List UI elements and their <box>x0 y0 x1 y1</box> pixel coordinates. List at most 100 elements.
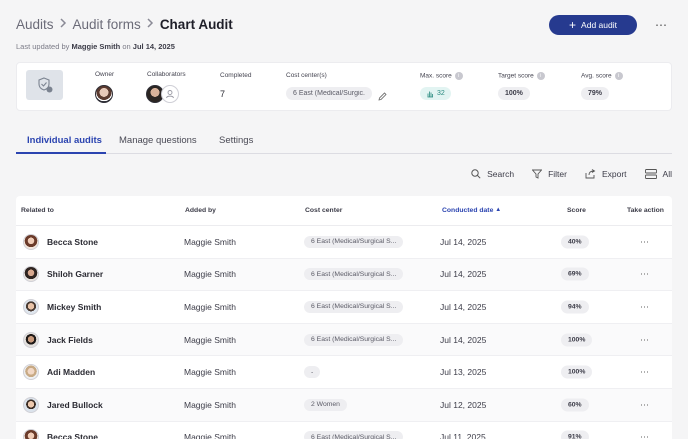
conducted-date-cell: Jul 12, 2025 <box>440 399 487 410</box>
row-more-icon[interactable]: ⋯ <box>640 236 650 247</box>
added-by-cell: Maggie Smith <box>184 399 236 410</box>
table-row[interactable]: Jack Fields Maggie Smith 6 East (Medical… <box>16 323 672 357</box>
search-button[interactable]: Search <box>471 166 514 182</box>
column-conducted-date[interactable]: Conducted date ▲ <box>442 207 501 214</box>
table-row[interactable]: Shiloh Garner Maggie Smith 6 East (Medic… <box>16 258 672 292</box>
tab-settings[interactable]: Settings <box>219 135 253 146</box>
chevron-right-icon <box>60 17 67 31</box>
related-to-cell[interactable]: Shiloh Garner <box>23 266 103 283</box>
export-label: Export <box>601 169 627 179</box>
conducted-date-cell: Jul 11, 2025 <box>440 432 486 439</box>
related-to-cell[interactable]: Mickey Smith <box>23 298 101 315</box>
related-to-name: Adi Madden <box>47 367 96 378</box>
cost-center-cell: - <box>304 366 321 379</box>
column-added-by[interactable]: Added by <box>185 207 216 214</box>
column-cost-center[interactable]: Cost center <box>305 207 342 214</box>
completed-label: Completed <box>220 72 252 79</box>
more-options-icon[interactable]: ⋯ <box>655 18 668 32</box>
related-to-cell[interactable]: Becca Stone <box>23 233 98 250</box>
search-icon <box>471 169 481 179</box>
cost-center-chip: 6 East (Medical/Surgical S... <box>304 268 404 281</box>
add-collaborator-icon[interactable] <box>161 85 179 103</box>
column-related-to[interactable]: Related to <box>21 207 54 214</box>
last-updated-user: Maggie Smith <box>71 42 121 51</box>
filter-icon <box>532 169 543 179</box>
table-body: Becca Stone Maggie Smith 6 East (Medical… <box>16 226 672 439</box>
conducted-date-cell: Jul 14, 2025 <box>440 301 487 312</box>
last-updated-prefix: Last updated by <box>16 42 70 51</box>
cost-center-chip: 2 Women <box>304 398 347 411</box>
score-cell: 100% <box>561 333 593 347</box>
tab-individual-audits[interactable]: Individual audits <box>27 135 102 146</box>
collaborators-avatars[interactable] <box>146 85 179 103</box>
search-label: Search <box>487 169 515 179</box>
audit-summary-card: Owner Collaborators Completed 7 Cost cen… <box>16 62 672 111</box>
table-row[interactable]: Becca Stone Maggie Smith 6 East (Medical… <box>16 226 672 259</box>
cost-center-cell: 2 Women <box>304 398 347 411</box>
cost-center-chip: - <box>304 366 321 379</box>
cost-center-chip: 6 East (Medical/Surgical S... <box>304 333 404 346</box>
related-to-name: Becca Stone <box>47 432 99 439</box>
add-audit-button[interactable]: + Add audit <box>549 15 637 35</box>
column-take-action: Take action <box>627 207 664 214</box>
info-icon[interactable]: i <box>614 72 623 80</box>
score-cell: 40% <box>561 235 589 249</box>
list-view-icon <box>644 169 657 179</box>
table-header: Related to Added by Cost center Conducte… <box>16 196 672 226</box>
related-to-cell[interactable]: Jack Fields <box>23 331 93 348</box>
row-more-icon[interactable]: ⋯ <box>640 269 650 280</box>
cost-center-cell: 6 East (Medical/Surgical S... <box>304 235 404 248</box>
related-to-cell[interactable]: Becca Stone <box>23 429 98 439</box>
score-chip: 91% <box>561 430 589 439</box>
cost-center-cell: 6 East (Medical/Surgical S... <box>304 333 404 346</box>
score-cell: 60% <box>561 398 589 412</box>
row-more-icon[interactable]: ⋯ <box>640 399 650 410</box>
score-chip: 100% <box>561 365 593 379</box>
max-score-value: 32 <box>437 90 445 97</box>
collaborators-label: Collaborators <box>147 71 186 78</box>
view-all-button[interactable]: All <box>644 166 672 182</box>
table-row[interactable]: Becca Stone Maggie Smith 6 East (Medical… <box>16 422 672 439</box>
audits-table: Related to Added by Cost center Conducte… <box>16 196 672 439</box>
related-to-cell[interactable]: Adi Madden <box>23 364 96 381</box>
added-by-cell: Maggie Smith <box>184 301 236 312</box>
info-icon[interactable]: i <box>454 72 463 80</box>
score-cell: 69% <box>561 267 589 281</box>
sort-asc-icon: ▲ <box>495 207 502 213</box>
avatar <box>23 233 39 250</box>
owner-avatar[interactable] <box>95 85 113 108</box>
row-more-icon[interactable]: ⋯ <box>640 334 650 345</box>
score-cell: 91% <box>561 430 589 439</box>
cost-center-chip: 6 East (Medical/Surgical S... <box>304 300 404 313</box>
score-chip: 94% <box>561 300 589 314</box>
column-score[interactable]: Score <box>567 207 586 214</box>
cost-center-cell: 6 East (Medical/Surgical S... <box>304 300 404 313</box>
last-updated-on: on <box>122 42 131 51</box>
max-score-chip: 32 <box>420 87 451 100</box>
breadcrumb-audits[interactable]: Audits <box>16 17 54 32</box>
pencil-icon[interactable] <box>378 88 387 106</box>
info-icon[interactable]: i <box>536 72 545 80</box>
tab-manage-questions[interactable]: Manage questions <box>119 135 197 146</box>
table-row[interactable]: Mickey Smith Maggie Smith 6 East (Medica… <box>16 291 672 324</box>
row-more-icon[interactable]: ⋯ <box>640 301 650 312</box>
avg-score-value: 79% <box>588 90 603 97</box>
avatar <box>23 266 39 283</box>
add-audit-label: Add audit <box>581 20 617 30</box>
row-more-icon[interactable]: ⋯ <box>640 367 650 378</box>
cost-center-cell: 6 East (Medical/Surgical S... <box>304 268 404 281</box>
table-row[interactable]: Jared Bullock Maggie Smith 2 Women Jul 1… <box>16 388 672 422</box>
row-more-icon[interactable]: ⋯ <box>640 432 650 439</box>
export-button[interactable]: Export <box>585 166 627 182</box>
added-by-cell: Maggie Smith <box>184 269 236 280</box>
added-by-cell: Maggie Smith <box>184 432 236 439</box>
conducted-date-cell: Jul 13, 2025 <box>440 367 487 378</box>
cost-center-chip: 6 East (Medical/Surgical S... <box>304 431 404 439</box>
breadcrumb-audit-forms[interactable]: Audit forms <box>73 17 141 32</box>
table-row[interactable]: Adi Madden Maggie Smith - Jul 13, 2025 1… <box>16 356 672 389</box>
related-to-cell[interactable]: Jared Bullock <box>23 396 103 413</box>
plus-icon: + <box>569 18 577 32</box>
filter-button[interactable]: Filter <box>532 166 567 182</box>
filter-label: Filter <box>548 169 567 179</box>
score-chip: 69% <box>561 267 589 281</box>
